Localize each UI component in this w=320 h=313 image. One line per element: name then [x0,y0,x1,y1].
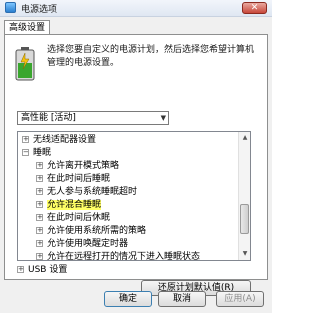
settings-tree: + 无线适配器设置 − 睡眠 + 允许离开模式策略 + 在此时间后睡眠 + 无人参与系统睡… [17,131,251,261]
tree-item-label: USB 设置 [28,265,68,275]
tab-advanced-settings[interactable]: 高级设置 [4,20,50,35]
ok-button[interactable]: 确定 [104,291,152,307]
scroll-up-icon[interactable]: ▲ [240,133,250,143]
expand-icon[interactable]: + [36,175,43,182]
tree-scrollbar[interactable]: ▲ ▼ [238,132,250,260]
expand-icon[interactable]: + [36,201,43,208]
expand-icon[interactable]: + [36,227,43,234]
tree-item-sleep[interactable]: − 睡眠 [22,147,51,159]
expand-icon[interactable]: + [36,253,43,260]
window-body: 高级设置 选择您要自定义的电源计划，然后选择您希望计算机管理的电源设置。 高性能… [0,17,272,313]
tree-item-usb-settings[interactable]: + USB 设置 [17,264,67,276]
chevron-down-icon: ▼ [160,114,166,122]
tree-item-label: 在此时间后睡眠 [47,174,111,184]
settings-panel: 选择您要自定义的电源计划，然后选择您希望计算机管理的电源设置。 高性能 [活动]… [4,34,268,296]
tree-item-remote-sleep[interactable]: + 允许在远程打开的情况下进入睡眠状态 [36,251,201,261]
power-plan-value: 高性能 [活动] [21,113,76,123]
tree-item-label: 允许混合睡眠 [47,200,102,210]
tree-item-wireless-adapter[interactable]: + 无线适配器设置 [22,134,96,146]
apply-button[interactable]: 应用(A) [216,291,264,307]
tree-item-hibernate-after[interactable]: + 在此时间后休眠 [36,212,110,224]
tree-item-label: 允许使用唤醒定时器 [47,239,129,249]
expand-icon[interactable]: + [22,136,29,143]
tree-item-label: 睡眠 [33,148,52,158]
tree-item-label: 允许使用系统所需的策略 [47,226,147,236]
tree-item-label: 在此时间后休眠 [47,213,111,223]
window-title: 电源选项 [21,5,58,15]
tree-item-hybrid-sleep[interactable]: + 允许混合睡眠 [36,199,102,211]
tree-item-label: 允许离开模式策略 [47,161,120,171]
collapse-icon[interactable]: − [22,149,29,156]
expand-icon[interactable]: + [36,214,43,221]
expand-icon[interactable]: + [36,240,43,247]
tree-item-label: 无线适配器设置 [33,135,97,145]
close-button[interactable]: ✕ [242,2,267,14]
tree-item-system-required-policy[interactable]: + 允许使用系统所需的策略 [36,225,146,237]
tree-item-away-mode[interactable]: + 允许离开模式策略 [36,160,119,172]
battery-icon [15,47,35,81]
expand-icon[interactable]: + [36,188,43,195]
tree-item-label: 允许在远程打开的情况下进入睡眠状态 [47,252,201,261]
tree-item-sleep-after[interactable]: + 在此时间后睡眠 [36,173,110,185]
description-text: 选择您要自定义的电源计划，然后选择您希望计算机管理的电源设置。 [47,45,255,68]
scroll-down-icon[interactable]: ▼ [240,249,250,259]
power-plan-dropdown[interactable]: 高性能 [活动] ▼ [17,111,169,125]
title-bar: 电源选项 ✕ [0,0,272,17]
expand-icon[interactable]: + [36,162,43,169]
expand-icon[interactable]: + [17,266,24,273]
tree-item-wake-timers[interactable]: + 允许使用唤醒定时器 [36,238,128,250]
tree-item-label: 无人参与系统睡眠超时 [47,187,138,197]
power-options-icon [5,2,16,13]
cancel-button[interactable]: 取消 [158,291,206,307]
tree-item-unattended-timeout[interactable]: + 无人参与系统睡眠超时 [36,186,137,198]
scroll-thumb[interactable] [240,204,249,234]
